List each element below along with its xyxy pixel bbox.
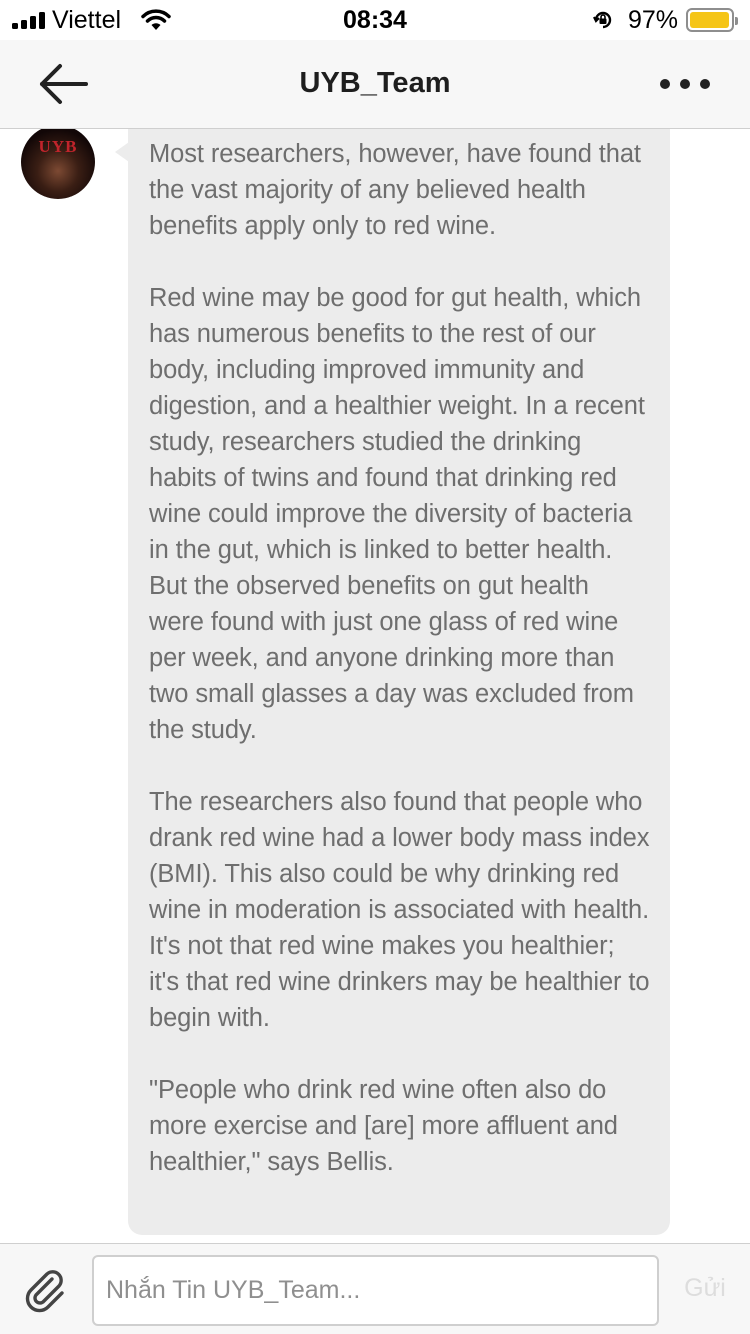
battery-fill <box>690 12 729 28</box>
message-bubble[interactable]: Most researchers, however, have found th… <box>128 129 670 1235</box>
avatar-logo: UYB <box>38 137 78 156</box>
chat-messages-area[interactable]: UYB Most researchers, however, have foun… <box>0 129 750 1243</box>
battery-percentage: 97% <box>628 6 679 34</box>
message-paragraph: Most researchers, however, have found th… <box>149 140 641 240</box>
more-dots-icon <box>660 79 670 89</box>
message-paragraph: "People who drink red wine often also do… <box>149 1076 618 1176</box>
message-paragraph: The researchers also found that people w… <box>149 788 650 1032</box>
message-input[interactable] <box>92 1255 659 1326</box>
message-paragraph: Red wine may be good for gut health, whi… <box>149 284 645 744</box>
send-button[interactable]: Gửi <box>674 1274 736 1303</box>
more-options-button[interactable] <box>660 70 710 98</box>
orientation-lock-icon <box>593 11 612 29</box>
paperclip-icon[interactable] <box>22 1267 70 1315</box>
navigation-bar: UYB_Team <box>0 40 750 129</box>
chat-title: UYB_Team <box>299 67 451 99</box>
avatar[interactable]: UYB <box>21 129 95 199</box>
bubble-tail <box>115 142 129 162</box>
message-input-bar: Gửi <box>0 1243 750 1334</box>
status-bar: Viettel 08:34 97% <box>0 0 750 40</box>
battery-icon <box>686 8 738 32</box>
